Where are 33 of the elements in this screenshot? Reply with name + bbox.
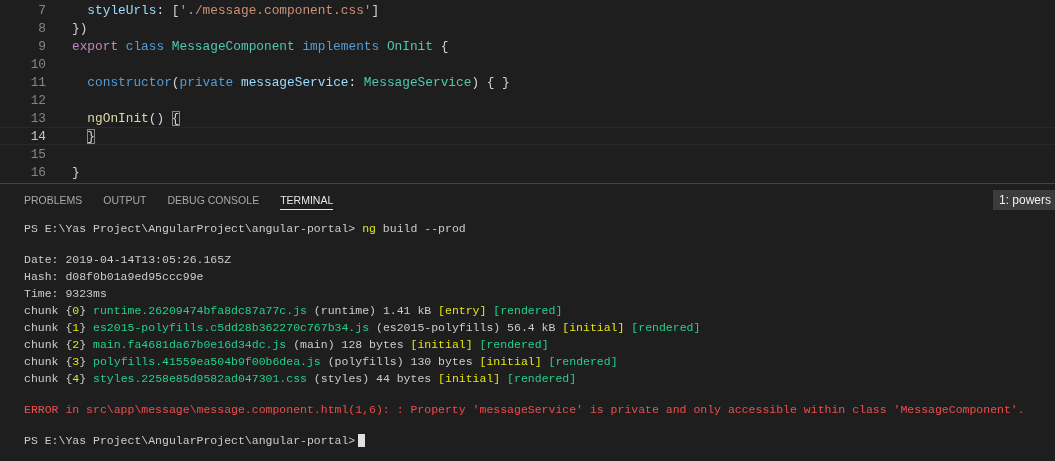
terminal-line: PS E:\Yas Project\AngularProject\angular-portal> [24,434,356,447]
terminal-line: chunk {3} polyfills.41559ea504b9f00b6dea.js (polyfills) 130 bytes [initial] [rendered] [24,355,618,368]
panel-tab[interactable]: PROBLEMS [24,190,83,210]
panel-tab[interactable]: OUTPUT [103,190,147,210]
code-line: export class MessageComponent implements OnInit { [72,38,449,54]
terminal-line: Hash: d08f0b01a9ed95ccc99e [24,270,204,283]
line-number: 16 [29,164,46,180]
line-number: 11 [29,74,46,90]
code-line: } [86,128,96,144]
code-line: } [72,164,80,180]
terminal-line: chunk {4} styles.2258e85d9582ad047301.css (styles) 44 bytes [initial] [rendered] [24,372,577,385]
terminal-dropdown[interactable]: 1: powers [992,190,1055,210]
line-number: 8 [37,20,46,36]
terminal-line: chunk {2} main.fa4681da67b0e16d34dc.js (main) 128 bytes [initial] [rendered] [24,338,549,351]
line-number: 12 [29,92,46,108]
line-number: 13 [29,110,46,126]
line-number: 9 [37,38,46,54]
terminal-line: ERROR in src\app\message\message.component.html(1,6): : Property 'messageService' is private and only accessible within class 'MessageComponent'. [24,403,1025,416]
line-number: 7 [37,2,46,18]
line-number: 10 [29,56,46,72]
code-line: constructor(private messageService: MessageService) { } [86,74,510,90]
terminal-line: Time: 9323ms [24,287,107,300]
terminal-line: Date: 2019-04-14T13:05:26.165Z [24,253,232,266]
panel-tab[interactable]: TERMINAL [280,190,334,210]
code-line: ngOnInit() { [86,110,180,126]
panel-tab[interactable]: DEBUG CONSOLE [167,190,260,210]
line-number: 14 [29,128,46,144]
line-number: 15 [29,146,46,162]
terminal-line: chunk {1} es2015-polyfills.c5dd28b362270c767b34.js (es2015-polyfills) 56.4 kB [initial] [rendered] [24,321,701,334]
terminal-line: PS E:\Yas Project\AngularProject\angular-portal> ng build --prod [24,222,466,235]
code-line: styleUrls: ['./message.component.css'] [86,2,380,18]
code-line: }) [72,20,88,36]
terminal-line: chunk {0} runtime.26209474bfa8dc87a77c.js (runtime) 1.41 kB [entry] [rendered] [24,304,563,317]
